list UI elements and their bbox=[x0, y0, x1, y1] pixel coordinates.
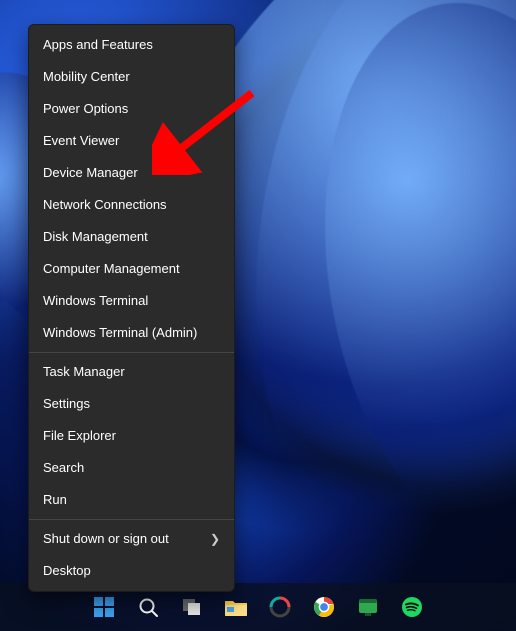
menu-windows-terminal[interactable]: Windows Terminal bbox=[29, 285, 234, 317]
menu-item-label: Device Manager bbox=[43, 165, 138, 181]
menu-item-label: Event Viewer bbox=[43, 133, 119, 149]
menu-device-manager[interactable]: Device Manager bbox=[29, 157, 234, 189]
menu-item-label: Task Manager bbox=[43, 364, 125, 380]
chrome-button[interactable] bbox=[311, 594, 337, 620]
task-view-button[interactable] bbox=[179, 594, 205, 620]
menu-item-label: Computer Management bbox=[43, 261, 180, 277]
menu-item-label: Run bbox=[43, 492, 67, 508]
winx-context-menu[interactable]: Apps and Features Mobility Center Power … bbox=[28, 24, 235, 592]
ring-icon bbox=[269, 596, 291, 618]
task-view-icon bbox=[181, 596, 203, 618]
app-button-2[interactable] bbox=[355, 594, 381, 620]
menu-computer-management[interactable]: Computer Management bbox=[29, 253, 234, 285]
menu-shutdown-signout[interactable]: Shut down or sign out ❯ bbox=[29, 523, 234, 555]
menu-separator bbox=[29, 352, 234, 353]
app-button-1[interactable] bbox=[267, 594, 293, 620]
menu-item-label: Search bbox=[43, 460, 84, 476]
menu-item-label: Power Options bbox=[43, 101, 128, 117]
menu-item-label: Windows Terminal (Admin) bbox=[43, 325, 197, 341]
menu-power-options[interactable]: Power Options bbox=[29, 93, 234, 125]
spotify-button[interactable] bbox=[399, 594, 425, 620]
menu-item-label: Network Connections bbox=[43, 197, 167, 213]
menu-item-label: Desktop bbox=[43, 563, 91, 579]
menu-desktop[interactable]: Desktop bbox=[29, 555, 234, 587]
chevron-right-icon: ❯ bbox=[210, 531, 220, 547]
chrome-icon bbox=[313, 596, 335, 618]
menu-item-label: File Explorer bbox=[43, 428, 116, 444]
start-button[interactable] bbox=[91, 594, 117, 620]
menu-disk-management[interactable]: Disk Management bbox=[29, 221, 234, 253]
menu-item-label: Settings bbox=[43, 396, 90, 412]
menu-network-connections[interactable]: Network Connections bbox=[29, 189, 234, 221]
menu-mobility-center[interactable]: Mobility Center bbox=[29, 61, 234, 93]
windows-icon bbox=[93, 596, 115, 618]
spotify-icon bbox=[401, 596, 423, 618]
file-explorer-button[interactable] bbox=[223, 594, 249, 620]
menu-search[interactable]: Search bbox=[29, 452, 234, 484]
menu-item-label: Windows Terminal bbox=[43, 293, 148, 309]
menu-task-manager[interactable]: Task Manager bbox=[29, 356, 234, 388]
folder-icon bbox=[224, 597, 248, 617]
menu-settings[interactable]: Settings bbox=[29, 388, 234, 420]
menu-file-explorer[interactable]: File Explorer bbox=[29, 420, 234, 452]
menu-item-label: Mobility Center bbox=[43, 69, 130, 85]
menu-item-label: Shut down or sign out bbox=[43, 531, 169, 547]
menu-separator bbox=[29, 519, 234, 520]
menu-apps-features[interactable]: Apps and Features bbox=[29, 29, 234, 61]
menu-event-viewer[interactable]: Event Viewer bbox=[29, 125, 234, 157]
menu-run[interactable]: Run bbox=[29, 484, 234, 516]
search-icon bbox=[137, 596, 159, 618]
menu-item-label: Apps and Features bbox=[43, 37, 153, 53]
menu-item-label: Disk Management bbox=[43, 229, 148, 245]
search-button[interactable] bbox=[135, 594, 161, 620]
green-panel-icon bbox=[357, 596, 379, 618]
menu-windows-terminal-admin[interactable]: Windows Terminal (Admin) bbox=[29, 317, 234, 349]
